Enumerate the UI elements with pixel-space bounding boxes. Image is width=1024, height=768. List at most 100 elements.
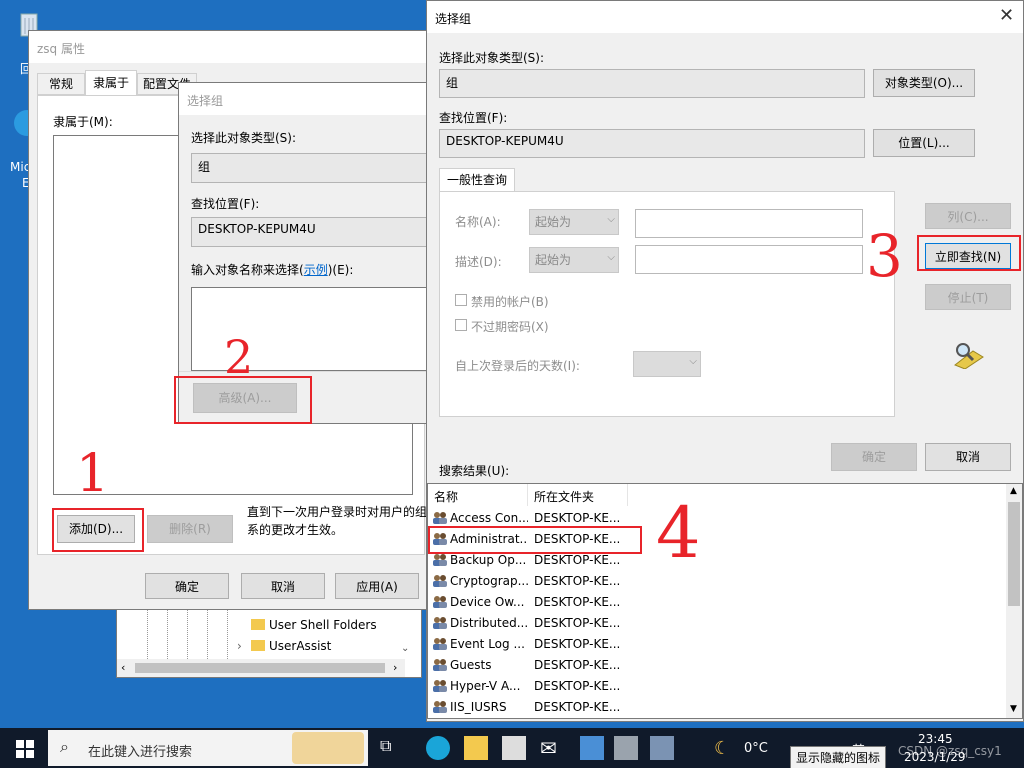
result-folder: DESKTOP-KE... — [534, 679, 621, 693]
group-icon — [432, 616, 448, 630]
horizontal-scrollbar[interactable]: ‹ › — [117, 659, 405, 677]
tab-general-query[interactable]: 一般性查询 — [439, 168, 515, 192]
scroll-up-icon[interactable]: ▲ — [1010, 486, 1017, 496]
taskbar: ⌕ 在此键入进行搜索 ⧉ ✉ ☾ 0°C 英 23:45 2023/1/29 显… — [0, 728, 1024, 768]
enter-names-text: 输入对象名称来选择( — [191, 263, 304, 277]
result-folder: DESKTOP-KE... — [534, 637, 621, 651]
close-icon[interactable]: ✕ — [999, 5, 1014, 26]
ok-button[interactable]: 确定 — [145, 573, 229, 599]
result-folder: DESKTOP-KE... — [534, 616, 621, 630]
result-folder: DESKTOP-KE... — [534, 574, 621, 588]
chevron-down-icon: ⌵ — [607, 252, 615, 263]
search-results-list[interactable]: 名称 所在文件夹 Access Con... DESKTOP-KE... Admin… — [427, 483, 1023, 719]
description-label: 描述(D): — [455, 255, 502, 269]
description-input[interactable] — [635, 245, 863, 274]
locations-button[interactable]: 位置(L)... — [873, 129, 975, 157]
registry-key-userassist[interactable]: UserAssist — [269, 639, 331, 653]
no-expire-password-checkbox[interactable] — [455, 319, 467, 331]
result-row[interactable]: Hyper-V A... DESKTOP-KE... — [430, 676, 1020, 697]
remove-button[interactable]: 删除(R) — [147, 515, 233, 543]
examples-link[interactable]: 示例 — [304, 263, 328, 277]
network-app-icon[interactable] — [580, 736, 604, 760]
edge-icon[interactable] — [426, 736, 450, 760]
chevron-right-icon[interactable]: › — [237, 639, 242, 653]
vertical-scrollbar[interactable]: ▲ ▼ — [1006, 484, 1022, 718]
result-row[interactable]: Guests DESKTOP-KE... — [430, 655, 1020, 676]
group-icon — [432, 637, 448, 651]
mail-icon[interactable]: ✉ — [540, 736, 564, 760]
scrollbar-thumb[interactable] — [1008, 502, 1020, 606]
result-name: Event Log ... — [450, 637, 525, 651]
csdn-watermark: CSDN @zsq_csy1 — [898, 744, 1002, 758]
scroll-left-icon[interactable]: ‹ — [121, 661, 125, 674]
folder-icon — [251, 619, 265, 630]
disabled-accounts-checkbox[interactable] — [455, 294, 467, 306]
column-header-folder[interactable]: 所在文件夹 — [528, 484, 628, 506]
days-since-logon-select[interactable]: ⌵ — [633, 351, 701, 377]
ok-button[interactable]: 确定 — [831, 443, 917, 471]
disabled-accounts-label: 禁用的帐户(B) — [471, 295, 549, 309]
annotation-box-administrators — [428, 526, 642, 554]
annotation-number-1: 1 — [76, 444, 110, 504]
scrollbar-thumb[interactable] — [135, 663, 385, 673]
location-label: 查找位置(F): — [439, 111, 508, 125]
result-row[interactable]: Device Ow... DESKTOP-KE... — [430, 592, 1020, 613]
scroll-down-icon[interactable]: ▼ — [1010, 704, 1017, 714]
stop-button[interactable]: 停止(T) — [925, 284, 1011, 310]
name-label: 名称(A): — [455, 215, 501, 229]
result-name: Backup Op... — [450, 553, 527, 567]
result-name: Device Ow... — [450, 595, 525, 609]
result-name: IIS_IUSRS — [450, 700, 507, 714]
result-row[interactable]: Cryptograp... DESKTOP-KE... — [430, 571, 1020, 592]
description-mode-select[interactable]: 起始为 ⌵ — [529, 247, 619, 273]
chevron-down-icon: ⌵ — [607, 214, 615, 225]
store-icon[interactable] — [502, 736, 526, 760]
taskbar-search-box[interactable]: ⌕ 在此键入进行搜索 — [48, 730, 368, 766]
result-row[interactable]: Distributed... DESKTOP-KE... — [430, 613, 1020, 634]
result-name: Hyper-V A... — [450, 679, 521, 693]
name-mode-value: 起始为 — [535, 215, 572, 229]
group-icon — [432, 700, 448, 714]
select-groups-dialog: 选择组 ✕ 选择此对象类型(S): 组 对象类型(O)... 查找位置(F): … — [426, 0, 1024, 722]
columns-button[interactable]: 列(C)... — [925, 203, 1011, 229]
registry-key-user-shell-folders[interactable]: User Shell Folders — [269, 618, 377, 632]
computer-management-icon[interactable] — [650, 736, 674, 760]
object-type-field: 组 — [439, 69, 865, 98]
tab-member-of[interactable]: 隶属于 — [85, 70, 137, 96]
object-type-label: 选择此对象类型(S): — [191, 131, 297, 145]
location-field: DESKTOP-KEPUM4U — [191, 217, 431, 247]
cancel-button[interactable]: 取消 — [925, 443, 1011, 471]
folder-icon — [251, 640, 265, 651]
chevron-down-icon[interactable]: ⌄ — [401, 643, 409, 654]
apply-button[interactable]: 应用(A) — [335, 573, 419, 599]
name-mode-select[interactable]: 起始为 ⌵ — [529, 209, 619, 235]
start-windows-icon[interactable] — [16, 740, 34, 758]
cancel-button[interactable]: 取消 — [241, 573, 325, 599]
result-row[interactable]: Event Log ... DESKTOP-KE... — [430, 634, 1020, 655]
result-name: Distributed... — [450, 616, 528, 630]
weather-temperature[interactable]: 0°C — [744, 741, 768, 756]
file-explorer-icon[interactable] — [464, 736, 488, 760]
column-header-name[interactable]: 名称 — [428, 484, 528, 506]
result-name: Cryptograp... — [450, 574, 528, 588]
note-text-line1: 直到下一次用户登录时对用户的组 — [247, 505, 428, 519]
registry-editor-window: User Shell Folders › UserAssist ‹ › ⌄ — [116, 600, 422, 678]
annotation-box-find-now — [917, 235, 1021, 271]
annotation-number-3: 3 — [866, 222, 903, 290]
search-magnifier-icon — [951, 341, 985, 370]
task-view-icon[interactable]: ⧉ — [380, 736, 404, 760]
window-title: zsq 属性 — [37, 42, 85, 56]
object-types-button[interactable]: 对象类型(O)... — [873, 69, 975, 97]
name-input[interactable] — [635, 209, 863, 238]
result-folder: DESKTOP-KE... — [534, 511, 621, 525]
result-folder: DESKTOP-KE... — [534, 553, 621, 567]
result-row[interactable]: IIS_IUSRS DESKTOP-KE... — [430, 697, 1020, 718]
scroll-right-icon[interactable]: › — [393, 661, 397, 674]
search-highlight-icon — [292, 732, 364, 764]
tab-general[interactable]: 常规 — [37, 73, 85, 95]
location-label: 查找位置(F): — [191, 197, 260, 211]
annotation-box-add — [52, 508, 144, 552]
app-icon[interactable] — [614, 736, 638, 760]
dialog-title: 选择组 — [435, 12, 472, 26]
description-mode-value: 起始为 — [535, 253, 572, 267]
